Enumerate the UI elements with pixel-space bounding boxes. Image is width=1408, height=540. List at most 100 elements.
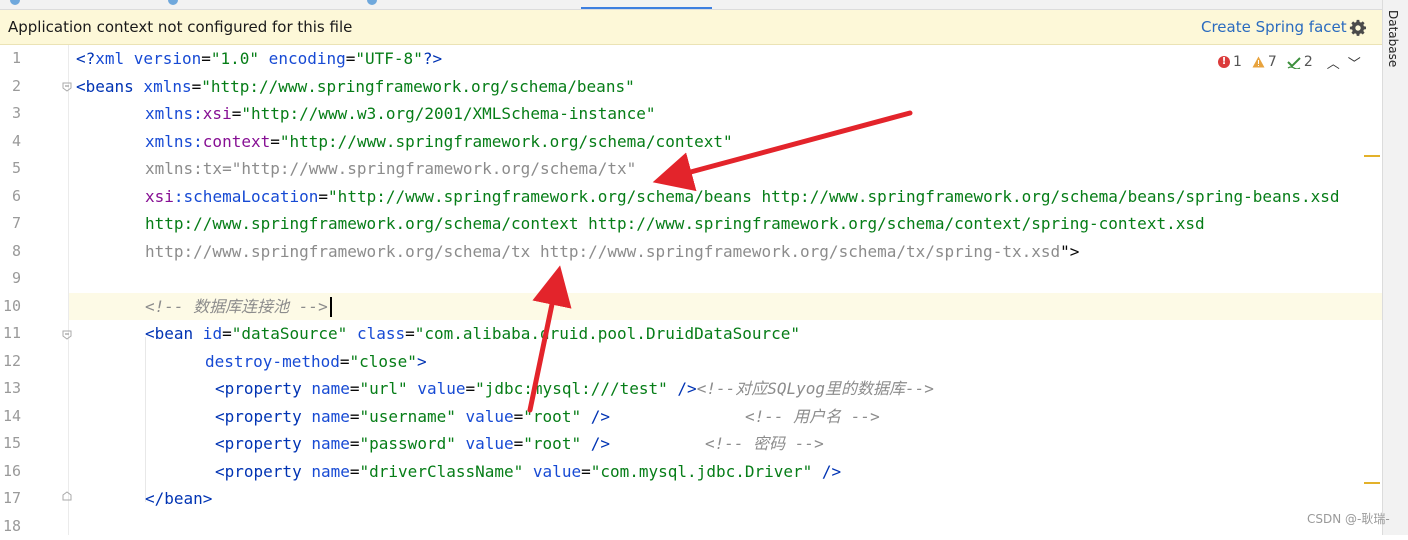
equals: = (222, 324, 232, 343)
equals: = (201, 49, 211, 68)
equals: = (340, 352, 350, 371)
attr-name: name (302, 407, 350, 426)
attr-name: id (193, 324, 222, 343)
attr-name: value (408, 379, 466, 398)
attr-value: "http://www.w3.org/2001/XMLSchema-instan… (241, 104, 655, 123)
create-spring-facet-link[interactable]: Create Spring facet (1201, 18, 1347, 36)
next-highlight-icon[interactable]: ﹀ (1348, 53, 1361, 72)
tag-close: /> (668, 379, 697, 398)
equals: = (514, 434, 524, 453)
xml-decl-close: ?> (423, 49, 442, 68)
typo-count[interactable]: 2 (1287, 54, 1313, 70)
active-tab-indicator (581, 7, 712, 9)
error-count[interactable]: ! 1 (1218, 54, 1242, 70)
tag-close: /> (581, 434, 610, 453)
attr-value: "root" (523, 407, 581, 426)
equals: = (318, 187, 328, 206)
typo-check-icon (1287, 56, 1301, 69)
equals: = (514, 407, 524, 426)
attr-name: class (347, 324, 405, 343)
tag-name: <property (215, 462, 302, 481)
equals: = (346, 49, 356, 68)
attr-value: http://www.springframework.org/schema/tx… (145, 242, 1060, 261)
attr-name: value (456, 434, 514, 453)
attr-value: "close" (350, 352, 417, 371)
spring-facet-banner: Application context not configured for t… (0, 10, 1382, 45)
warning-count-value: 7 (1268, 54, 1277, 70)
previous-highlight-icon[interactable]: ︿ (1327, 53, 1340, 72)
attr-value: "dataSource" (232, 324, 348, 343)
gear-icon[interactable] (1349, 19, 1367, 37)
tag-close: /> (581, 407, 610, 426)
xml-decl-open: <? (76, 49, 95, 68)
code-line-16: <property name="driverClassName" value="… (215, 458, 841, 486)
attr-name: name (302, 379, 350, 398)
tab-file-icon (168, 0, 178, 5)
equals: = (581, 462, 591, 481)
code-line-12: destroy-method="close"> (205, 348, 427, 376)
attr-name: value (456, 407, 514, 426)
typo-count-value: 2 (1304, 54, 1313, 70)
code-line-5: xmlns:tx="http://www.springframework.org… (145, 155, 636, 183)
attr-value: "UTF-8" (355, 49, 422, 68)
attr-value: "username" (360, 407, 456, 426)
inspection-widget[interactable]: ! 1 7 2 ︿ ﹀ (1218, 52, 1361, 72)
comment: <!--对应SQLyog里的数据库--> (697, 379, 934, 398)
code-line-4: xmlns:context="http://www.springframewor… (145, 128, 733, 156)
editor-scrollbar[interactable] (1370, 45, 1382, 535)
code-line-10: <!-- 数据库连接池 --> (145, 293, 328, 321)
namespace-name: xsi (203, 104, 232, 123)
attr-value: "http://www.springframework.org/schema/b… (201, 77, 634, 96)
equals: = (350, 407, 360, 426)
attr-name: encoding (259, 49, 346, 68)
tab-file-icon (367, 0, 377, 5)
tag-name: </bean (145, 489, 203, 508)
code-line-6: xsi:schemaLocation="http://www.springfra… (145, 183, 1340, 211)
right-tool-window-bar: Database (1382, 0, 1408, 535)
code-line-3: xmlns:xsi="http://www.w3.org/2001/XMLSch… (145, 100, 656, 128)
code-comment-14: <!-- 用户名 --> (745, 403, 880, 431)
code-line-8: http://www.springframework.org/schema/tx… (145, 238, 1079, 266)
code-line-15: <property name="password" value="root" /… (215, 430, 610, 458)
watermark: CSDN @-耿瑞- (1307, 510, 1390, 527)
equals: = (350, 379, 360, 398)
equals: = (350, 434, 360, 453)
tag-name: <property (215, 379, 302, 398)
editor-tab-strip[interactable] (0, 0, 1382, 10)
warning-stripe-mark[interactable] (1364, 482, 1380, 484)
code-line-11: <bean id="dataSource" class="com.alibaba… (145, 320, 800, 348)
tag-close: > (203, 489, 213, 508)
code-editor[interactable]: <?xml version="1.0" encoding="UTF-8"?> <… (0, 45, 1382, 535)
namespace-name: context (203, 132, 270, 151)
code-line-2: <beans xmlns="http://www.springframework… (76, 73, 635, 101)
equals: = (270, 132, 280, 151)
warning-stripe-mark[interactable] (1364, 155, 1380, 157)
attr-value: "jdbc:mysql:///test" (475, 379, 668, 398)
database-tool-button[interactable]: Database (1386, 10, 1400, 67)
warning-count[interactable]: 7 (1252, 54, 1277, 70)
attr-name: name (302, 462, 350, 481)
code-line-13: <property name="url" value="jdbc:mysql:/… (215, 375, 934, 403)
tag-name: <bean (145, 324, 193, 343)
code-line-17: </bean> (145, 485, 212, 513)
namespace-name: xsi (145, 187, 174, 206)
equals: = (465, 379, 475, 398)
banner-message: Application context not configured for t… (8, 18, 352, 36)
attr-value: "com.mysql.jdbc.Driver" (591, 462, 813, 481)
xml-decl-attr: xml version (95, 49, 201, 68)
equals: = (405, 324, 415, 343)
attr-prefix: xmlns: (145, 132, 203, 151)
attr-prefix: xmlns: (145, 104, 203, 123)
attr-value: "driverClassName" (360, 462, 524, 481)
tag-close: > (417, 352, 427, 371)
tab-file-icon (10, 0, 20, 5)
tag-close: /> (812, 462, 841, 481)
tag-name: <beans (76, 77, 134, 96)
tag-close: "> (1060, 242, 1079, 261)
tag-name: <property (215, 434, 302, 453)
attr-name: :schemaLocation (174, 187, 319, 206)
attr-value: "http://www.springframework.org/schema/b… (328, 187, 1339, 206)
error-count-value: 1 (1233, 54, 1242, 70)
code-line-1: <?xml version="1.0" encoding="UTF-8"?> (76, 45, 442, 73)
attr-value: "password" (360, 434, 456, 453)
